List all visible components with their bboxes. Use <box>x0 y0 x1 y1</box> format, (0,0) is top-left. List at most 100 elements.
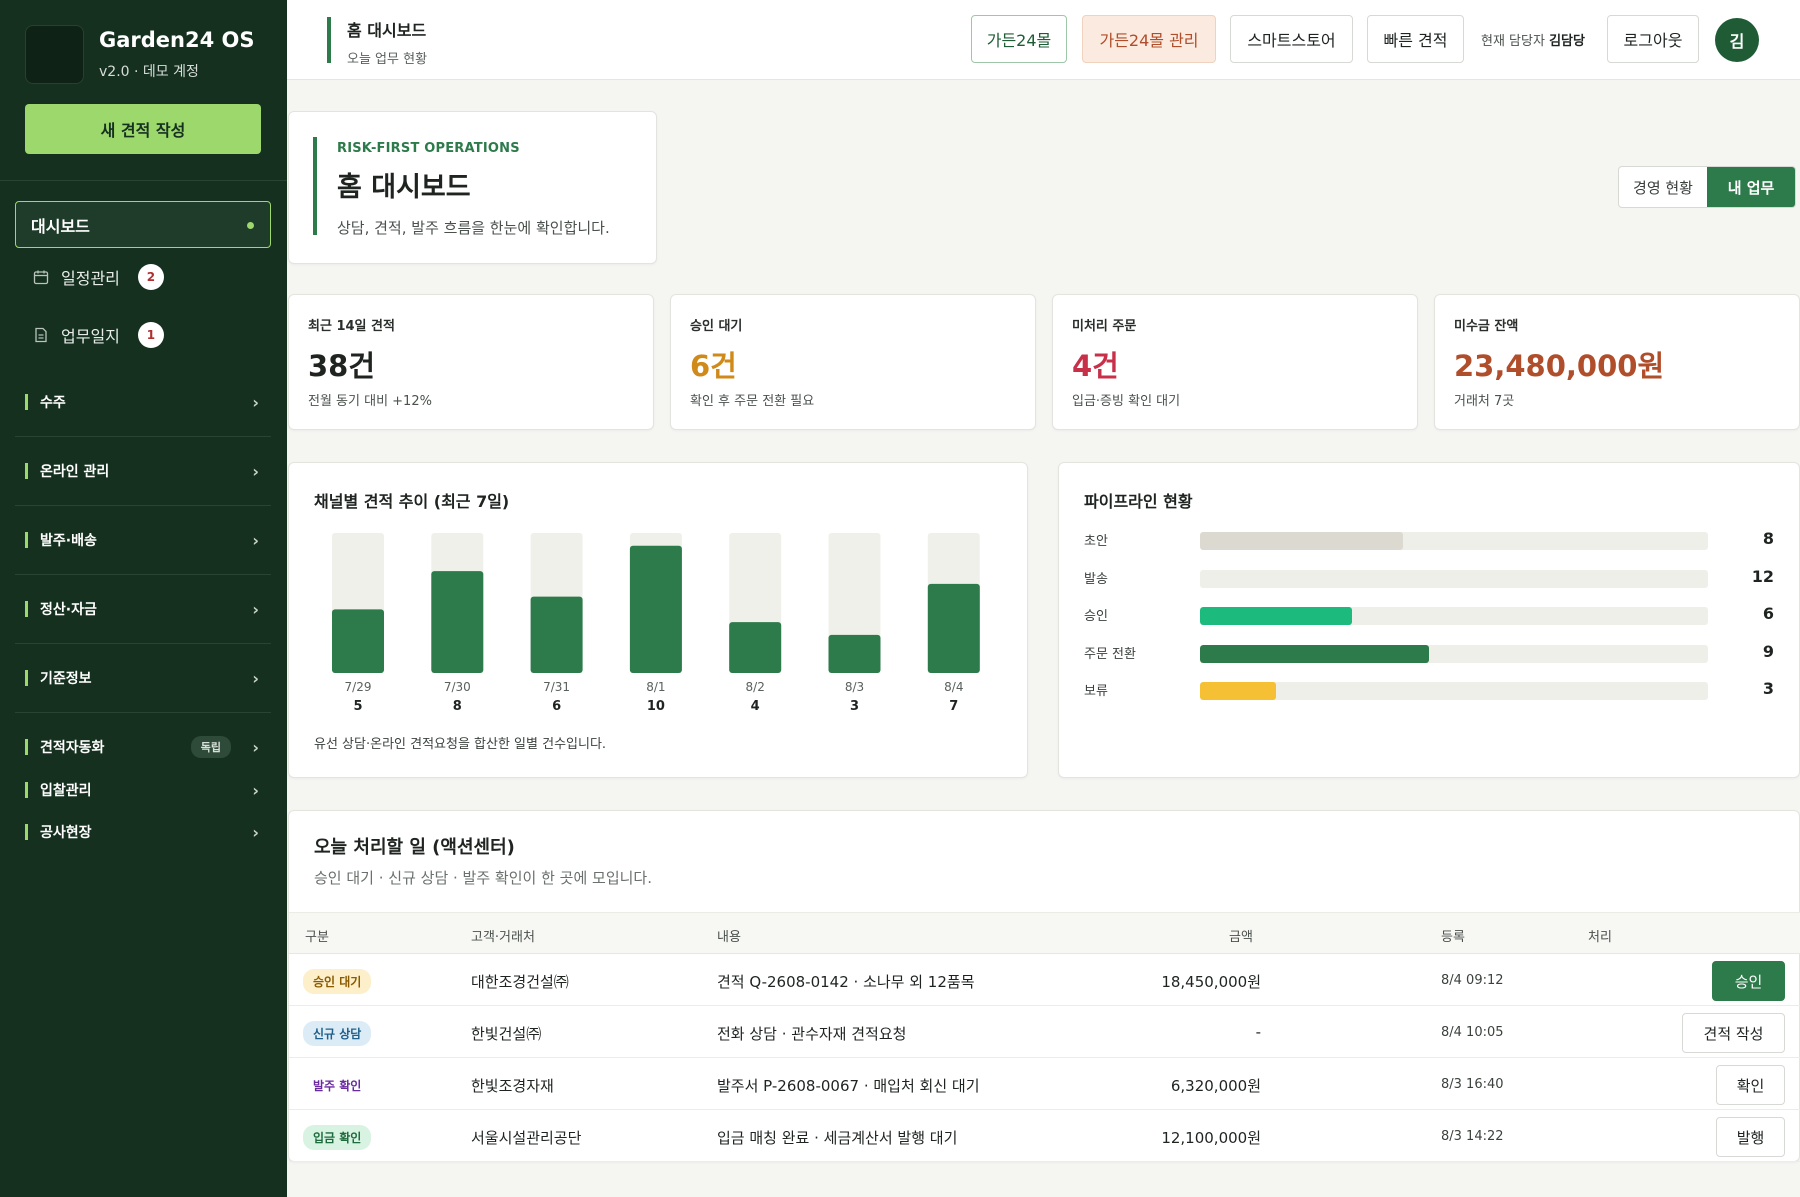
data-label: 5 <box>353 699 362 714</box>
content-cell: 전화 상담 · 관수자재 견적요청 <box>717 1025 907 1043</box>
chevron-right-icon: › <box>252 530 259 550</box>
pipeline-stage-label: 승인 <box>1084 609 1108 624</box>
avatar[interactable]: 김 <box>1715 18 1759 62</box>
garden24-mall-button[interactable]: 가든24몰 <box>971 15 1067 63</box>
amount-cell: - <box>1255 1023 1261 1041</box>
action-center-subtitle: 승인 대기 · 신규 상담 · 발주 확인이 한 곳에 모입니다. <box>314 869 652 887</box>
hero-description: 상담, 견적, 발주 흐름을 한눈에 확인합니다. <box>337 219 610 237</box>
pipeline-title: 파이프라인 현황 <box>1084 492 1193 511</box>
sidebar-group-orders[interactable]: 수주 › <box>25 392 271 412</box>
x-tick-label: 7/31 <box>543 680 570 694</box>
registered-cell: 8/4 10:05 <box>1441 1025 1504 1040</box>
row-action-button[interactable]: 견적 작성 <box>1682 1013 1785 1053</box>
column-header-registered: 등록 <box>1441 930 1465 945</box>
sidebar-group-purchase[interactable]: 발주·배송 › <box>25 530 271 550</box>
registered-cell: 8/3 14:22 <box>1441 1129 1504 1144</box>
kpi-label: 최근 14일 견적 <box>308 319 395 334</box>
view-toggle: 경영 현황 내 업무 <box>1618 166 1796 208</box>
data-label: 7 <box>949 699 958 714</box>
sidebar-group-label: 공사현장 <box>40 825 92 841</box>
row-action-button[interactable]: 발행 <box>1716 1117 1785 1157</box>
brand: Garden24 OS v2.0 · 데모 계정 <box>25 25 255 84</box>
manager-label: 현재 담당자 <box>1481 34 1545 49</box>
brand-name: Garden24 OS <box>99 28 255 52</box>
kpi-value: 6건 <box>690 349 737 383</box>
column-header-content: 내용 <box>717 930 741 945</box>
pipeline-stage-value: 9 <box>1762 641 1774 661</box>
page-subtitle: 오늘 업무 현황 <box>347 52 428 67</box>
kpi-value: 4건 <box>1072 349 1119 383</box>
sidebar-group-settlement[interactable]: 정산·자금 › <box>25 599 271 619</box>
amount-cell: 18,450,000원 <box>1161 973 1261 991</box>
quote-trend-chart: 7/29 5 7/30 8 7/31 6 8/1 10 8/2 4 8/3 3 8/4 7 <box>332 533 980 714</box>
table-row: 입금 확인 서울시설관리공단 입금 매칭 완료 · 세금계산서 발행 대기 12,10… <box>289 1110 1800 1162</box>
pipeline-track <box>1200 607 1708 625</box>
group-marker <box>25 739 28 755</box>
page-heading: 홈 대시보드 오늘 업무 현황 <box>327 17 427 67</box>
pipeline-row: 승인 6 <box>1084 602 1774 626</box>
toggle-management[interactable]: 경영 현황 <box>1619 167 1707 207</box>
sidebar-item-label: 일정관리 <box>61 269 120 288</box>
row-action-button[interactable]: 확인 <box>1716 1065 1785 1105</box>
sidebar-group-label: 정산·자금 <box>40 602 97 618</box>
sidebar-group-label: 수주 <box>40 395 66 411</box>
new-quote-button[interactable]: 새 견적 작성 <box>25 104 261 154</box>
type-badge: 입금 확인 <box>303 1125 372 1150</box>
row-action-button[interactable]: 승인 <box>1712 961 1785 1001</box>
sidebar-group-label: 발주·배송 <box>40 533 97 549</box>
table-row: 신규 상담 한빛건설㈜ 전화 상담 · 관수자재 견적요청 - 8/4 10:05 견적 … <box>289 1006 1800 1058</box>
manager-name: 김담당 <box>1549 34 1585 49</box>
chart-note: 유선 상담·온라인 견적요청을 합산한 일별 건수입니다. <box>314 737 607 752</box>
sidebar-item-label: 업무일지 <box>61 327 120 346</box>
smartstore-button[interactable]: 스마트스토어 <box>1230 15 1353 63</box>
mall-admin-button[interactable]: 가든24몰 관리 <box>1082 15 1216 63</box>
sidebar-group-quote-automation[interactable]: 견적자동화 독립 › <box>25 736 271 758</box>
quick-quote-button[interactable]: 빠른 견적 <box>1367 15 1464 63</box>
group-marker <box>25 601 28 617</box>
sidebar-group-construction[interactable]: 공사현장 › <box>25 822 271 842</box>
sidebar-item-dashboard[interactable]: 대시보드 <box>15 201 271 248</box>
count-badge: 2 <box>137 264 164 290</box>
pipeline-stage-label: 보류 <box>1084 684 1108 699</box>
pipeline-row: 초안 8 <box>1084 527 1774 551</box>
pipeline-fill <box>1200 532 1404 550</box>
sidebar-item-schedule[interactable]: 일정관리 2 <box>32 264 164 290</box>
pipeline-track <box>1200 682 1708 700</box>
content-cell: 입금 매칭 완료 · 세금계산서 발행 대기 <box>717 1129 958 1147</box>
chevron-right-icon: › <box>252 668 259 688</box>
pipeline-fill <box>1200 607 1353 625</box>
amount-cell: 6,320,000원 <box>1170 1077 1261 1095</box>
pipeline-stage-value: 3 <box>1762 679 1774 698</box>
content-cell: 발주서 P-2608-0067 · 매입처 회신 대기 <box>717 1077 980 1095</box>
sidebar-group-online[interactable]: 온라인 관리 › <box>25 461 271 481</box>
bar-7-29 <box>332 609 384 673</box>
bar-8-3 <box>828 634 881 673</box>
current-manager: 현재 담당자 김담당 <box>1481 30 1585 49</box>
quote-trend-chart-card: 채널별 견적 추이 (최근 7일) 7/29 5 7/30 8 7/31 6 8/1 10 8/… <box>288 462 1028 778</box>
logout-button[interactable]: 로그아웃 <box>1607 15 1699 63</box>
kpi-label: 승인 대기 <box>690 319 743 334</box>
content-cell: 견적 Q-2608-0142 · 소나무 외 12품목 <box>717 973 975 991</box>
group-marker <box>25 532 28 548</box>
sidebar-divider <box>15 505 271 506</box>
kpi-card-pending-approval: 승인 대기 6건 확인 후 주문 전환 필요 <box>670 294 1036 430</box>
sidebar-item-worklog[interactable]: 업무일지 1 <box>32 322 164 348</box>
group-marker <box>25 670 28 686</box>
x-tick-label: 8/1 <box>646 680 665 694</box>
sidebar-divider <box>15 574 271 575</box>
sidebar-group-bidding[interactable]: 입찰관리 › <box>25 780 271 800</box>
chevron-right-icon: › <box>252 737 259 757</box>
pipeline-stage-value: 6 <box>1762 604 1774 623</box>
customer-cell: 한빛건설㈜ <box>471 1025 542 1043</box>
toggle-my-tasks[interactable]: 내 업무 <box>1707 167 1795 207</box>
sidebar-group-label: 기준정보 <box>40 671 92 687</box>
x-tick-label: 8/2 <box>746 680 765 694</box>
column-header-amount: 금액 <box>1229 930 1253 945</box>
count-badge: 1 <box>137 322 164 348</box>
hero-card: RISK-FIRST OPERATIONS 홈 대시보드 상담, 견적, 발주 … <box>288 111 657 264</box>
kpi-subtext: 전월 동기 대비 +12% <box>308 394 432 409</box>
registered-cell: 8/4 09:12 <box>1441 973 1504 988</box>
pipeline-card: 파이프라인 현황 초안 8 발송 12 승인 6 주문 전환 9 보류 3 <box>1058 462 1800 778</box>
active-dot-icon <box>247 222 254 229</box>
sidebar-group-master[interactable]: 기준정보 › <box>25 668 271 688</box>
